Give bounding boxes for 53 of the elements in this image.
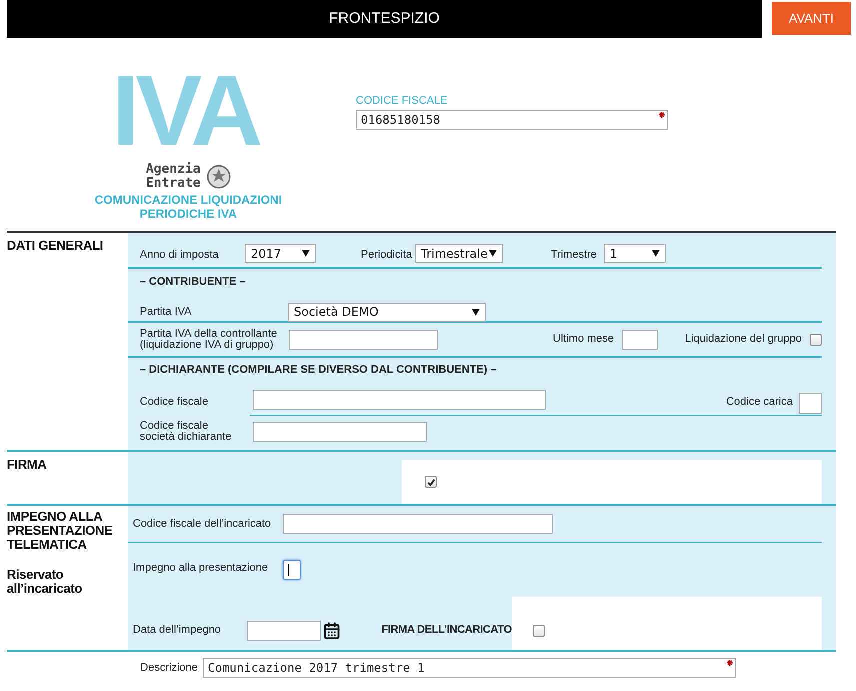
field-label: Codice carica — [726, 394, 793, 410]
caret-icon — [302, 250, 310, 257]
dropdown[interactable]: 2017 — [245, 244, 316, 263]
dropdown[interactable]: Trimestrale — [415, 244, 503, 263]
section-title: Riservato all’incaricato — [7, 568, 84, 596]
field-label: Periodicita — [361, 248, 414, 262]
input-field[interactable]: Comunicazione 2017 trimestre 1 — [203, 658, 736, 678]
caret-icon — [489, 250, 497, 257]
field-label: Ultimo mese — [553, 332, 614, 348]
field-label: FIRMA DELL’INCARICATO — [382, 623, 512, 638]
calendar-icon[interactable] — [323, 622, 341, 640]
field-label: Data dell’impegno — [133, 623, 222, 638]
dropdown[interactable]: 1 — [604, 244, 666, 263]
section-title: IMPEGNO ALLA PRESENTAZIONE TELEMATICA — [7, 510, 114, 552]
agency-name: Entrate — [146, 177, 201, 191]
field-label: CODICE FISCALE — [356, 94, 449, 109]
field-label: Codice fiscale società dichiarante — [140, 421, 233, 443]
logo-mark: IVA — [112, 65, 261, 157]
field-label: (liquidazione IVA di gruppo) — [140, 340, 275, 350]
input-field[interactable] — [253, 390, 546, 410]
logo-subtitle: PERIODICHE IVA — [140, 207, 238, 221]
field-label: Descrizione — [140, 660, 199, 676]
checkbox[interactable] — [810, 334, 822, 346]
field-label: Liquidazione del gruppo — [685, 332, 802, 348]
agency-name: Agenzia — [146, 163, 201, 177]
checkmark-icon — [426, 478, 436, 486]
input-field[interactable] — [799, 393, 822, 414]
group-heading: – DICHIARANTE (COMPILARE SE DIVERSO DAL CONTRIBUENTE) – — [140, 362, 497, 378]
caret-icon — [652, 250, 660, 257]
caret-icon — [472, 308, 480, 316]
dropdown[interactable]: Società DEMO — [288, 302, 486, 322]
input-field[interactable] — [253, 422, 427, 442]
field-label: Impegno alla presentazione — [133, 561, 270, 576]
emblem-icon — [206, 164, 231, 190]
group-heading: – CONTRIBUENTE – — [140, 275, 247, 290]
input-field[interactable] — [622, 330, 658, 350]
logo-subtitle: COMUNICAZIONE LIQUIDAZIONI — [94, 193, 282, 207]
input-field[interactable] — [247, 620, 321, 640]
field-label: Partita IVA — [140, 304, 193, 320]
page-title: FRONTESPIZIO — [329, 8, 440, 29]
section-title: DATI GENERALI — [7, 239, 104, 253]
checkbox[interactable] — [425, 476, 437, 488]
input-field[interactable] — [289, 330, 438, 350]
input-field[interactable]: 01685180158 — [356, 110, 668, 130]
field-label: Codice fiscale dell’incaricato — [133, 516, 272, 532]
field-label: Anno di imposta — [140, 248, 220, 262]
field-label: Codice fiscale — [140, 394, 210, 410]
checkbox[interactable] — [533, 624, 545, 636]
input-field[interactable] — [283, 560, 301, 580]
field-label: Partita IVA della controllante — [140, 328, 278, 340]
field-label: Trimestre — [551, 248, 598, 262]
input-field[interactable] — [283, 514, 553, 534]
section-title: FIRMA — [7, 458, 48, 472]
